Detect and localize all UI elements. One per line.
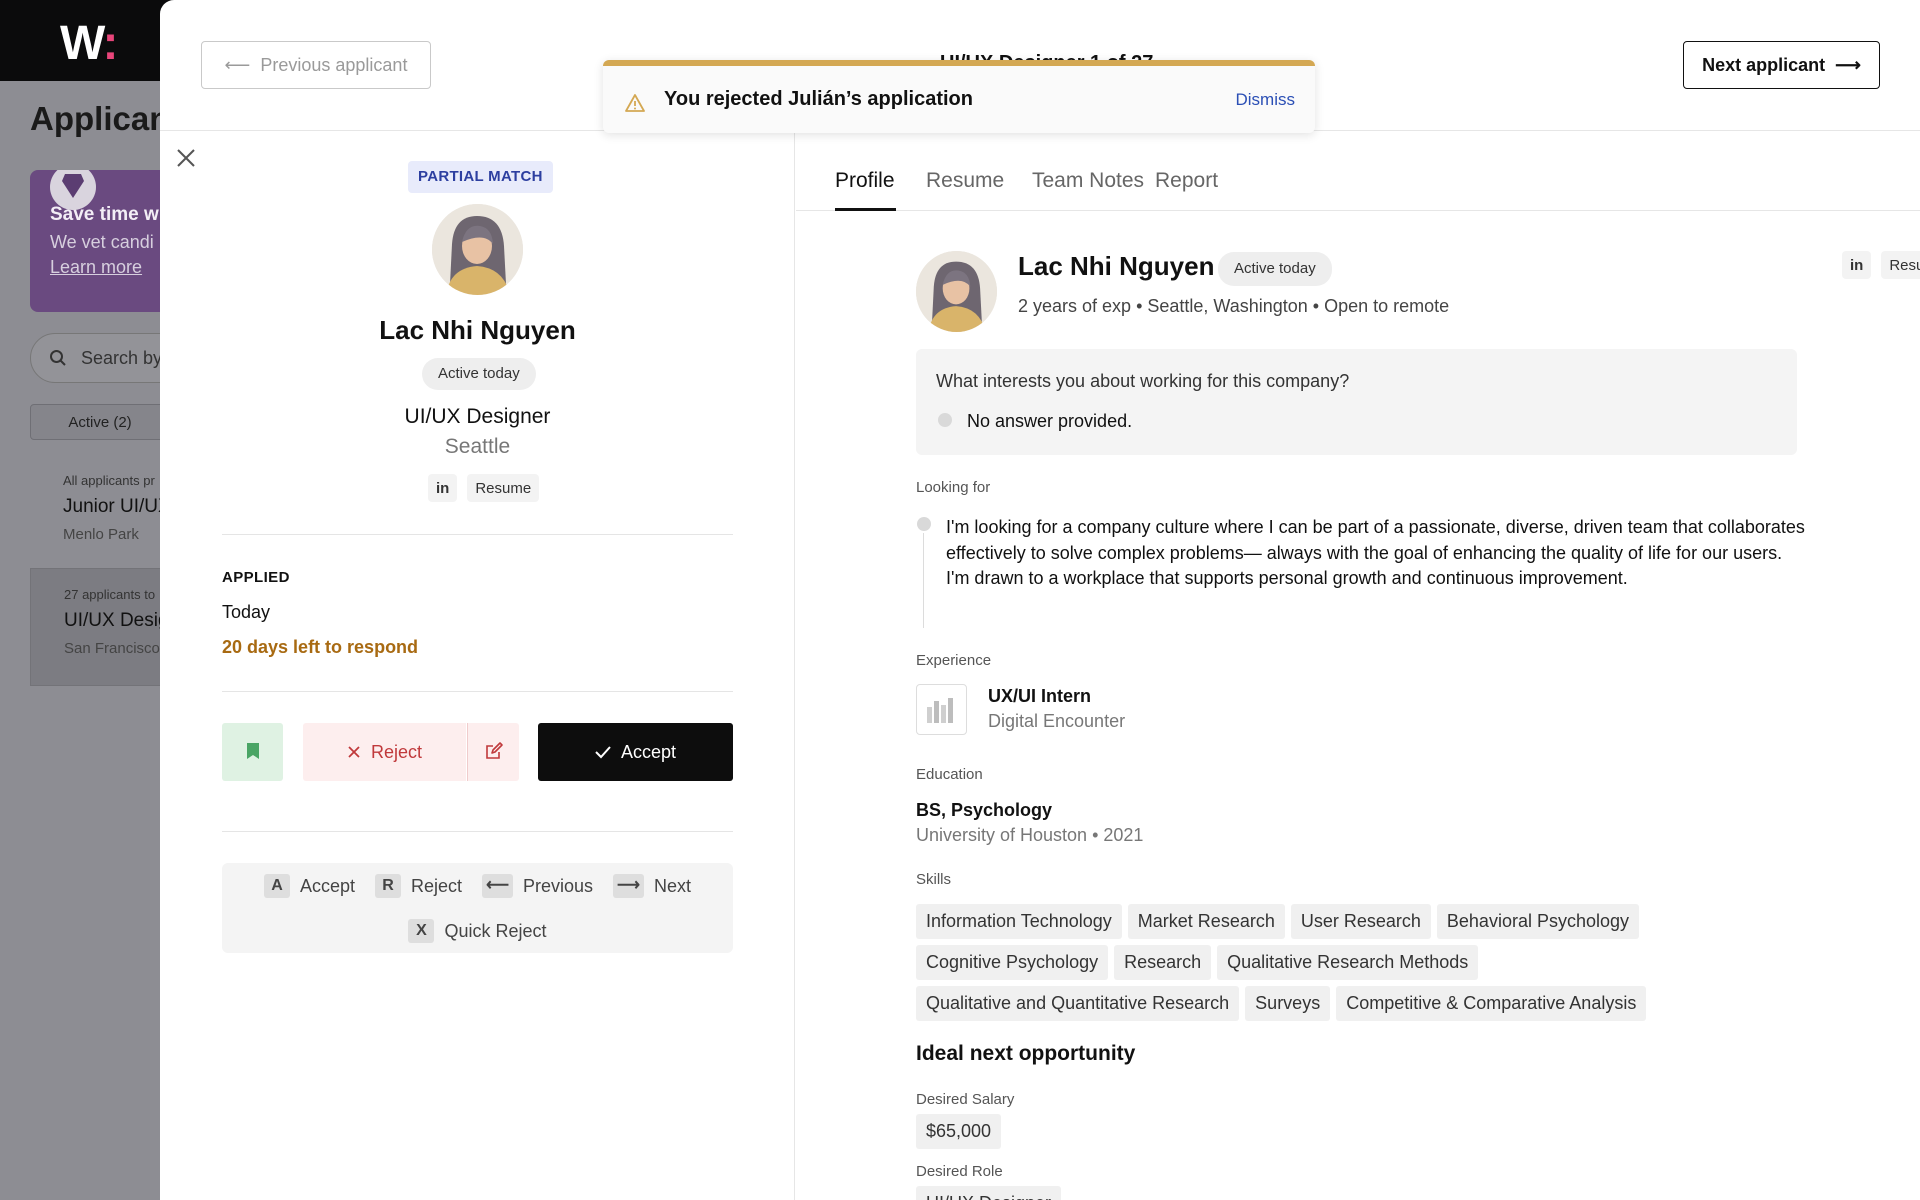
education-degree: BS, Psychology xyxy=(916,800,1053,820)
applied-label: APPLIED xyxy=(222,569,290,586)
shortcut-next: ⟶ Next xyxy=(613,874,691,898)
question-answer: No answer provided. xyxy=(967,411,1133,431)
profile-links: in Resume xyxy=(428,474,540,502)
experience-company: Digital Encounter xyxy=(988,711,1126,731)
reject-with-note-button[interactable] xyxy=(467,723,519,781)
candidate-role: UI/UX Designer xyxy=(404,405,551,428)
shortcut-row: A Accept R Reject ⟵ Previous ⟶ Next xyxy=(222,874,733,898)
status-badge: Active today xyxy=(422,358,536,390)
divider xyxy=(222,534,733,535)
edit-icon xyxy=(485,741,503,759)
arrow-left-icon: ⟵ xyxy=(224,54,251,75)
match-badge: PARTIAL MATCH xyxy=(408,161,553,193)
ideal-opportunity-heading: Ideal next opportunity xyxy=(916,1042,1136,1065)
applicant-summary-panel: PARTIAL MATCH Lac Nhi Nguyen Active toda… xyxy=(160,131,795,1200)
desired-role-value: UI/UX Designer xyxy=(916,1186,1062,1200)
rejection-toast: You rejected Julián’s application Dismis… xyxy=(603,60,1315,133)
avatar xyxy=(916,251,997,332)
page-title: Applican xyxy=(30,100,170,137)
accept-button[interactable]: Accept xyxy=(538,723,733,781)
previous-applicant-button[interactable]: ⟵ Previous applicant xyxy=(201,41,431,89)
education-school: University of Houston • 2021 xyxy=(916,825,1144,845)
applicant-detail-panel: Profile Resume Team Notes Report Lac Nhi… xyxy=(796,131,1920,1200)
shortcut-previous: ⟵ Previous xyxy=(482,874,593,898)
shortcut-quick-reject: X Quick Reject xyxy=(408,919,547,943)
detail-tabs: Profile Resume Team Notes Report xyxy=(796,131,1920,211)
shortcut-row: X Quick Reject xyxy=(222,919,733,943)
skill-tag: Behavioral Psychology xyxy=(1436,904,1640,939)
search-placeholder: Search by xyxy=(81,348,163,368)
bullet-dot xyxy=(917,517,931,531)
wellfound-logo[interactable]: W: xyxy=(60,16,118,71)
tab-profile[interactable]: Profile xyxy=(835,169,895,193)
applicant-modal: ⟵ Previous applicant UI/UX Designer 1 of… xyxy=(160,0,1920,1200)
desired-salary-label: Desired Salary xyxy=(916,1091,1015,1108)
avatar xyxy=(432,204,523,295)
bookmark-icon xyxy=(246,742,259,759)
company-logo xyxy=(916,684,967,735)
applied-date: Today xyxy=(222,602,271,622)
linkedin-icon[interactable]: in xyxy=(1842,251,1872,279)
dismiss-button[interactable]: Dismiss xyxy=(1236,90,1296,110)
looking-for-label: Looking for xyxy=(916,479,991,496)
profile-meta: 2 years of exp • Seattle, Washington • O… xyxy=(1018,296,1450,316)
skill-tag: Cognitive Psychology xyxy=(916,945,1109,980)
timeline-line xyxy=(923,533,924,628)
warning-icon xyxy=(625,94,645,112)
reject-button[interactable]: Reject xyxy=(303,723,466,781)
bullet-dot xyxy=(938,413,952,427)
resume-link[interactable]: Resume xyxy=(467,474,540,502)
skill-tag: Information Technology xyxy=(916,904,1122,939)
skill-tag: User Research xyxy=(1290,904,1431,939)
resume-link[interactable]: Resume xyxy=(1881,251,1920,279)
bookmark-button[interactable] xyxy=(222,723,283,781)
profile-name: Lac Nhi Nguyen xyxy=(1018,251,1215,281)
tab-active[interactable]: Active (2) xyxy=(30,404,170,440)
skill-tag: Qualitative Research Methods xyxy=(1217,945,1479,980)
skill-tag: Surveys xyxy=(1245,986,1331,1021)
skill-tag: Market Research xyxy=(1127,904,1285,939)
keyboard-shortcuts: A Accept R Reject ⟵ Previous ⟶ Next X Quick R… xyxy=(222,863,733,953)
shortcut-accept: A Accept xyxy=(264,874,355,898)
skills-label: Skills xyxy=(916,871,952,888)
shortcut-reject: R Reject xyxy=(375,874,462,898)
question-text: What interests you about working for thi… xyxy=(936,371,1350,391)
candidate-name: Lac Nhi Nguyen xyxy=(379,315,576,345)
education-label: Education xyxy=(916,766,983,783)
experience-role: UX/UI Intern xyxy=(988,686,1092,706)
toast-message: You rejected Julián’s application xyxy=(664,88,973,110)
divider xyxy=(222,831,733,832)
status-badge: Active today xyxy=(1218,252,1332,286)
days-left-to-respond: 20 days left to respond xyxy=(222,637,419,657)
promo-learn-more-link[interactable]: Learn more xyxy=(50,257,170,278)
tab-team-notes[interactable]: Team Notes xyxy=(1032,169,1144,193)
experience-label: Experience xyxy=(916,652,992,669)
divider xyxy=(222,691,733,692)
profile-links: in Resume xyxy=(1842,251,1920,279)
candidate-city: Seattle xyxy=(444,435,511,458)
tab-report[interactable]: Report xyxy=(1155,169,1218,193)
close-icon[interactable] xyxy=(173,145,199,171)
promo-body: We vet candi xyxy=(50,232,154,252)
looking-for-text: I'm looking for a company culture where … xyxy=(946,517,1805,588)
active-tab-indicator xyxy=(835,208,896,211)
arrow-right-icon: ⟶ xyxy=(1835,54,1861,75)
desired-salary-value: $65,000 xyxy=(916,1114,1002,1149)
next-applicant-button[interactable]: Next applicant ⟶ xyxy=(1683,41,1880,89)
skill-tag: Competitive & Comparative Analysis xyxy=(1336,986,1647,1021)
desired-role-label: Desired Role xyxy=(916,1163,1003,1180)
skills-list: Information Technology Market Research U… xyxy=(916,904,1716,1021)
linkedin-icon[interactable]: in xyxy=(428,474,458,502)
tab-resume[interactable]: Resume xyxy=(926,169,1004,193)
search-icon xyxy=(50,350,66,366)
skill-tag: Research xyxy=(1114,945,1212,980)
skill-tag: Qualitative and Quantitative Research xyxy=(916,986,1240,1021)
check-icon xyxy=(595,746,611,759)
x-icon xyxy=(348,746,360,758)
application-question: What interests you about working for thi… xyxy=(916,349,1797,455)
